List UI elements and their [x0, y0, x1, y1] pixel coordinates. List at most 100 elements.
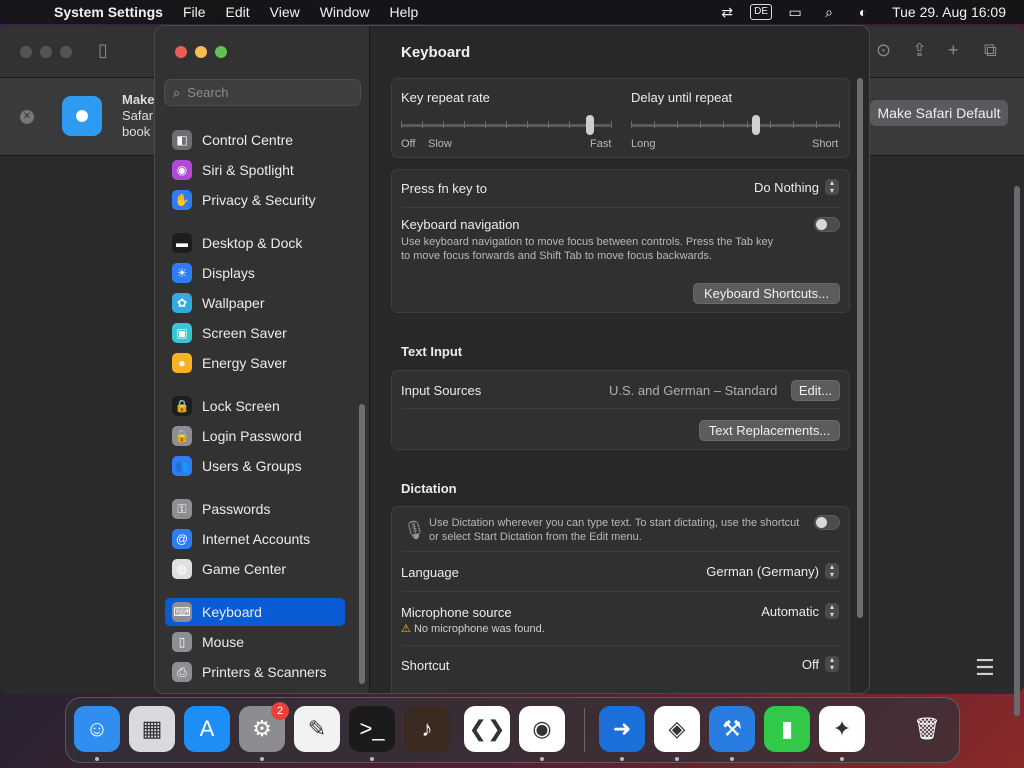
input-sources-edit-button[interactable]: Edit... [791, 380, 840, 401]
key-repeat-fast: Fast [590, 138, 612, 150]
sidebar-item-keyboard[interactable]: ⌨ Keyboard [165, 598, 345, 626]
mic-warning: ⚠ No microphone was found. [401, 622, 545, 636]
menu-window[interactable]: Window [310, 4, 380, 20]
dock-trash[interactable]: 🗑 [904, 706, 950, 752]
sidebar-item-printers-scanners[interactable]: ⎙ Printers & Scanners [165, 658, 345, 686]
sidebar-item-displays[interactable]: ☀ Displays [165, 259, 345, 287]
keyboard-nav-toggle[interactable] [814, 217, 840, 232]
sidebar-item-siri-spotlight[interactable]: ◉ Siri & Spotlight [165, 156, 345, 184]
migration-assistant-icon: ➜ [612, 716, 632, 741]
key-repeat-thumb[interactable] [586, 115, 594, 135]
keyboard-shortcuts-button[interactable]: Keyboard Shortcuts... [693, 283, 840, 304]
safari-scrollbar[interactable] [1014, 186, 1020, 716]
menu-view[interactable]: View [260, 4, 310, 20]
menu-help[interactable]: Help [380, 4, 429, 20]
spotlight-search-icon[interactable]: ⌕ [812, 0, 846, 24]
migration-status-icon[interactable]: ⇄ [710, 0, 744, 24]
sidebar-item-energy-saver[interactable]: ● Energy Saver [165, 349, 345, 377]
dock-safari[interactable]: ✦ [819, 706, 865, 752]
dictation-desc-1: Use Dictation wherever you can type text… [429, 517, 800, 529]
delay-repeat-slider[interactable] [631, 124, 839, 127]
dock-app-store[interactable]: A [184, 706, 230, 752]
slider-tick [548, 121, 549, 128]
fn-key-popup[interactable]: Do Nothing ▴ ▾ [754, 179, 839, 195]
stage-manager-icon[interactable]: ▭ [778, 0, 812, 24]
delay-repeat-thumb[interactable] [751, 115, 760, 135]
sidebar-toggle-icon[interactable]: ▯ [98, 40, 108, 61]
dock-system-settings[interactable]: ⚙ 2 [239, 702, 289, 752]
sidebar-item-game-center[interactable]: ◍ Game Center [165, 555, 345, 583]
make-safari-default-button[interactable]: Make Safari Default [870, 100, 1008, 126]
sidebar-item-desktop-dock[interactable]: ▬ Desktop & Dock [165, 229, 345, 257]
banner-close-icon[interactable]: ✕ [20, 110, 34, 124]
updown-chevron-icon: ▴ ▾ [825, 656, 839, 672]
sidebar-item-login-password[interactable]: 🔒 Login Password [165, 422, 345, 450]
menu-app-name[interactable]: System Settings [52, 4, 173, 20]
menu-file[interactable]: File [173, 4, 216, 20]
system-settings-window: ⌕ ◧ Control Centre ◉ Siri & Spotlight ✋ Priva… [154, 25, 870, 694]
launchpad-icon: ▦ [141, 716, 163, 741]
menu-edit[interactable]: Edit [216, 4, 260, 20]
dock-xcode[interactable]: ⚒ [709, 706, 755, 752]
language-popup[interactable]: German (Germany) ▴ ▾ [706, 563, 839, 579]
input-source-menu[interactable]: DE [744, 0, 778, 24]
slider-tick [815, 121, 817, 128]
sidebar-search[interactable]: ⌕ [164, 79, 361, 106]
menu-bar: System Settings File Edit View Window He… [0, 0, 1024, 24]
dictation-toggle[interactable] [814, 515, 840, 530]
dock-textedit[interactable]: ✎ [294, 706, 340, 752]
safari-minimize-dim[interactable] [40, 46, 52, 58]
close-button[interactable] [175, 46, 187, 58]
sidebar-item-internet-accounts[interactable]: @ Internet Accounts [165, 525, 345, 553]
new-tab-icon[interactable]: + [948, 40, 959, 61]
dock-migration-assistant[interactable]: ➜ [599, 706, 645, 752]
dock-launchpad[interactable]: ▦ [129, 706, 175, 752]
tab-overview-icon[interactable]: ⧉ [984, 40, 997, 61]
text-replacements-button[interactable]: Text Replacements... [699, 420, 840, 441]
sun-icon: ☀ [172, 263, 192, 283]
sidebar-item-mouse[interactable]: ▯ Mouse [165, 628, 345, 656]
sidebar-item-passwords[interactable]: ⚿ Passwords [165, 495, 345, 523]
sidebar-item-control-centre[interactable]: ◧ Control Centre [165, 126, 345, 154]
textedit-icon: ✎ [307, 716, 327, 741]
dock-garageband[interactable]: ♪ [404, 706, 450, 752]
mic-warning-text: No microphone was found. [413, 623, 545, 635]
keyboard-nav-label: Keyboard navigation [401, 217, 520, 232]
text-input-title: Text Input [401, 344, 463, 359]
mic-source-popup[interactable]: Automatic ▴ ▾ [761, 603, 839, 619]
sliders-icon[interactable]: ☰ [975, 655, 995, 681]
sidebar-item-label: Printers & Scanners [202, 664, 327, 680]
content-scrollbar[interactable] [857, 78, 863, 618]
sidebar-scrollbar[interactable] [359, 404, 365, 684]
menu-clock[interactable]: Tue 29. Aug 16:09 [880, 4, 1024, 20]
sidebar-item-lock-screen[interactable]: 🔒 Lock Screen [165, 392, 345, 420]
shortcut-label: Shortcut [401, 658, 450, 673]
sidebar-item-label: Privacy & Security [202, 192, 316, 208]
search-input[interactable] [187, 85, 348, 100]
sidebar-item-users-groups[interactable]: 👥 Users & Groups [165, 452, 345, 480]
safari-zoom-dim[interactable] [60, 46, 72, 58]
download-icon[interactable]: ⊙ [876, 40, 891, 61]
dock-archive-utility[interactable]: ▮ [764, 706, 810, 752]
terminal-icon: >_ [359, 716, 385, 741]
dock-chrome[interactable]: ◉ [519, 706, 565, 752]
sidebar-item-privacy-security[interactable]: ✋ Privacy & Security [165, 186, 345, 214]
dock-finder[interactable]: ☺ [74, 706, 120, 752]
dock-vscode[interactable]: ❮❯ [464, 706, 510, 752]
sidebar-item-wallpaper[interactable]: ✿ Wallpaper [165, 289, 345, 317]
input-source-badge: DE [750, 4, 773, 20]
slider-tick [839, 121, 840, 128]
safari-icon: ✦ [832, 716, 852, 741]
dock-visual-studio[interactable]: ◈ [654, 706, 700, 752]
dock-terminal[interactable]: >_ [349, 706, 395, 752]
sidebar-item-label: Users & Groups [202, 458, 302, 474]
slider-tick [485, 121, 486, 128]
safari-close-dim[interactable] [20, 46, 32, 58]
share-icon[interactable]: ⇪ [912, 40, 927, 61]
sidebar-item-label: Siri & Spotlight [202, 162, 294, 178]
minimize-button[interactable] [195, 46, 207, 58]
control-centre-icon[interactable]: ◐ [846, 0, 880, 24]
sidebar-item-screen-saver[interactable]: ▣ Screen Saver [165, 319, 345, 347]
shortcut-popup[interactable]: Off ▴ ▾ [802, 656, 839, 672]
zoom-button[interactable] [215, 46, 227, 58]
